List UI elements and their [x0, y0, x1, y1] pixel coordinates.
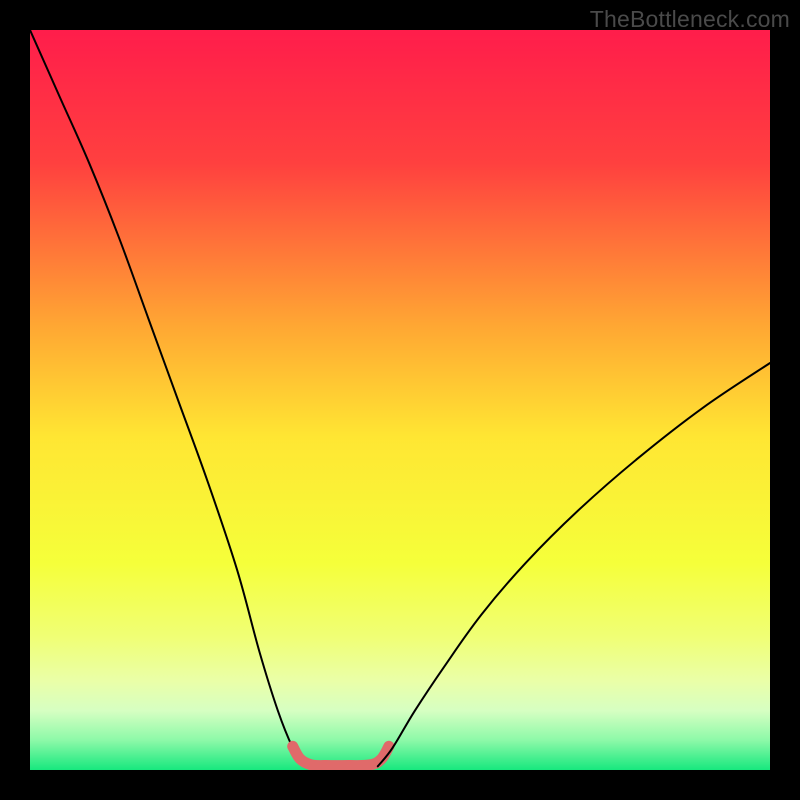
- chart-background: [30, 30, 770, 770]
- chart-plot-area: [30, 30, 770, 770]
- chart-svg: [30, 30, 770, 770]
- watermark-text: TheBottleneck.com: [590, 6, 790, 33]
- chart-frame: TheBottleneck.com: [0, 0, 800, 800]
